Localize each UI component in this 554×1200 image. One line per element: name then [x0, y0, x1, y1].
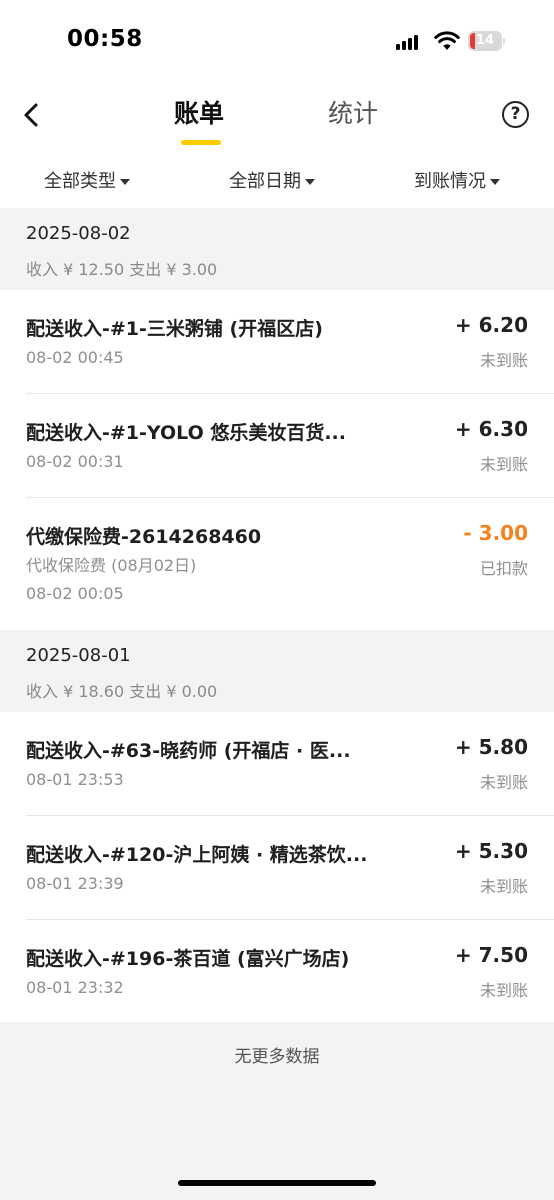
list-item[interactable]: 配送收入-#63-晓药师 (开福店 · 医... 08-01 23:53 + 5…	[0, 712, 554, 816]
record-title: 配送收入-#63-晓药师 (开福店 · 医...	[26, 740, 351, 762]
record-status: 未到账	[479, 351, 528, 370]
record-status: 未到账	[479, 455, 528, 474]
filter-settlement[interactable]: 到账情况	[414, 170, 500, 194]
filter-type-label: 全部类型	[44, 171, 116, 192]
record-time: 08-01 23:39	[26, 874, 124, 893]
record-title: 配送收入-#120-沪上阿姨 · 精选茶饮...	[26, 844, 368, 866]
record-amount: + 6.20	[454, 313, 528, 337]
group-summary: 收入 ¥ 12.50 支出 ¥ 3.00	[26, 260, 218, 279]
record-title: 配送收入-#1-三米粥铺 (开福区店)	[26, 318, 323, 340]
record-time: 08-01 23:53	[26, 770, 124, 789]
record-title: 配送收入-#196-茶百道 (富兴广场店)	[26, 948, 350, 970]
record-amount: + 5.30	[454, 839, 528, 863]
record-amount: + 6.30	[454, 417, 528, 441]
cellular-signal-icon	[396, 34, 420, 50]
tab-statistics[interactable]: 统计	[328, 98, 378, 130]
day-group-header: 2025-08-02 收入 ¥ 12.50 支出 ¥ 3.00	[0, 208, 554, 290]
tab-bill[interactable]: 账单	[174, 98, 224, 130]
filter-settlement-label: 到账情况	[414, 171, 486, 192]
record-title: 代缴保险费-2614268460	[26, 526, 262, 548]
record-time: 08-02 00:45	[26, 348, 124, 367]
group-date: 2025-08-01	[26, 645, 131, 666]
day-group-header: 2025-08-01 收入 ¥ 18.60 支出 ¥ 0.00	[0, 630, 554, 712]
list-item[interactable]: 代缴保险费-2614268460 代收保险费 (08月02日) 08-02 00…	[0, 498, 554, 630]
record-status: 已扣款	[479, 559, 528, 578]
help-icon[interactable]: ?	[502, 101, 529, 128]
no-more-data: 无更多数据	[234, 1047, 320, 1067]
group-summary: 收入 ¥ 18.60 支出 ¥ 0.00	[26, 682, 218, 701]
record-title: 配送收入-#1-YOLO 悠乐美妆百货...	[26, 422, 346, 444]
record-amount: + 7.50	[454, 943, 528, 967]
record-status: 未到账	[479, 773, 528, 792]
record-time: 08-02 00:05	[26, 584, 124, 603]
battery-percent: 14	[475, 33, 495, 48]
home-indicator[interactable]	[178, 1180, 376, 1186]
record-note: 代收保险费 (08月02日)	[26, 556, 197, 575]
filter-type[interactable]: 全部类型	[44, 170, 130, 194]
filter-date-label: 全部日期	[229, 171, 301, 192]
status-time: 00:58	[67, 26, 143, 52]
group-date: 2025-08-02	[26, 223, 131, 244]
record-time: 08-01 23:32	[26, 978, 124, 997]
active-tab-indicator	[181, 140, 221, 145]
wifi-icon	[434, 31, 460, 50]
list-item[interactable]: 配送收入-#120-沪上阿姨 · 精选茶饮... 08-01 23:39 + 5…	[0, 816, 554, 920]
record-status: 未到账	[479, 981, 528, 1000]
list-item[interactable]: 配送收入-#1-三米粥铺 (开福区店) 08-02 00:45 + 6.20 未…	[0, 290, 554, 394]
record-amount: + 5.80	[454, 735, 528, 759]
battery-icon: 14	[468, 31, 506, 51]
caret-down-icon	[490, 179, 500, 185]
header: 00:58 14 账单 统计 ? 全部类型 全部日期 到账情况	[0, 0, 554, 208]
list-item[interactable]: 配送收入-#196-茶百道 (富兴广场店) 08-01 23:32 + 7.50…	[0, 920, 554, 1022]
record-time: 08-02 00:31	[26, 452, 124, 471]
caret-down-icon	[120, 179, 130, 185]
back-arrow-icon[interactable]	[20, 102, 44, 128]
record-status: 未到账	[479, 877, 528, 896]
record-amount: - 3.00	[463, 521, 528, 545]
caret-down-icon	[305, 179, 315, 185]
list-item[interactable]: 配送收入-#1-YOLO 悠乐美妆百货... 08-02 00:31 + 6.3…	[0, 394, 554, 498]
filter-date[interactable]: 全部日期	[229, 170, 315, 194]
